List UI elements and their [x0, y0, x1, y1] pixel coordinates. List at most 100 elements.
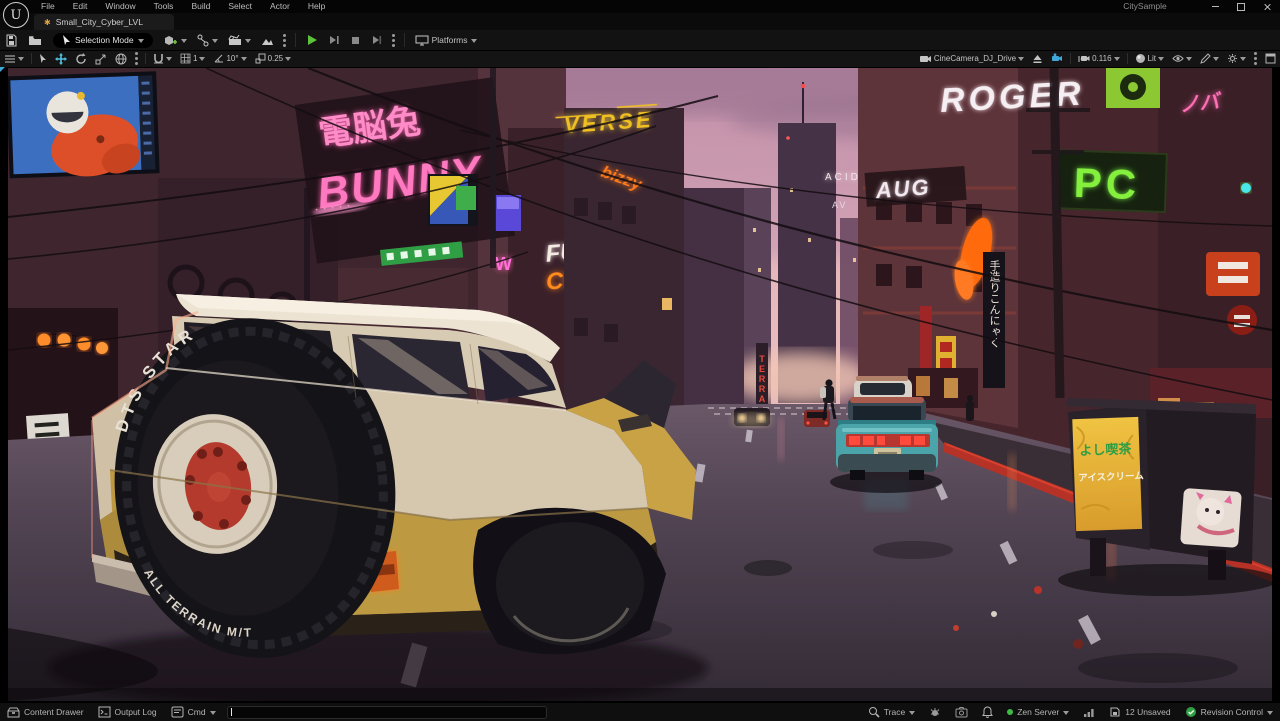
pilot-toggle[interactable]: [1047, 50, 1067, 67]
chevron-down-icon: [1063, 711, 1069, 718]
viewport-settings-dropdown[interactable]: [1223, 50, 1250, 67]
add-cube-icon: [164, 34, 178, 47]
scale-snap-icon: [255, 53, 266, 64]
chevron-down-icon: [212, 39, 218, 46]
world-space-toggle[interactable]: [111, 50, 131, 67]
rotation-snap-value: 10°: [226, 54, 238, 63]
eject-button[interactable]: [1028, 50, 1047, 67]
show-flags-dropdown[interactable]: [1168, 50, 1196, 67]
revision-control-dropdown[interactable]: Revision Control: [1178, 703, 1280, 721]
chevron-down-icon: [181, 39, 187, 46]
signal-bars-icon: [1083, 707, 1095, 718]
insights-button[interactable]: [922, 703, 948, 721]
drawer-icon: [7, 706, 20, 718]
minimize-button[interactable]: [1204, 0, 1226, 13]
play-options-icon[interactable]: [392, 39, 395, 42]
snapshot-button[interactable]: [948, 703, 975, 721]
camera-speed-icon: [1078, 54, 1090, 64]
active-viewport-marker: [0, 67, 5, 72]
quick-add-dropdown[interactable]: [159, 30, 192, 50]
content-drawer-label: Content Drawer: [24, 707, 84, 717]
chevron-down-icon: [471, 39, 477, 46]
grid-icon: [180, 53, 191, 64]
stop-button[interactable]: [345, 30, 366, 50]
frame-skip-button[interactable]: [323, 30, 345, 50]
camera-icon: [919, 54, 932, 64]
menu-tools[interactable]: Tools: [145, 0, 183, 13]
eject-icon: [1032, 54, 1043, 64]
zen-server-dropdown[interactable]: Zen Server: [1000, 703, 1076, 721]
title-bar: File Edit Window Tools Build Select Acto…: [0, 0, 1280, 13]
transform-overflow-icon[interactable]: [135, 57, 138, 60]
maximize-viewport-button[interactable]: [1261, 50, 1280, 67]
chevron-down-icon: [1186, 57, 1192, 64]
chevron-down-icon: [241, 57, 247, 64]
cinematics-dropdown[interactable]: [223, 30, 256, 50]
rotate-tool[interactable]: [71, 50, 91, 67]
chevron-down-icon: [1114, 57, 1120, 64]
camera-speed-dropdown[interactable]: 0.116: [1074, 50, 1123, 67]
blueprints-dropdown[interactable]: [192, 30, 223, 50]
close-icon: [1263, 3, 1271, 11]
content-drawer-button[interactable]: Content Drawer: [0, 703, 91, 721]
menu-build[interactable]: Build: [182, 0, 219, 13]
select-tool[interactable]: [35, 50, 51, 67]
chevron-down-icon: [285, 57, 291, 64]
menu-edit[interactable]: Edit: [64, 0, 97, 13]
console-input[interactable]: [227, 706, 547, 719]
unsaved-changes-button[interactable]: 12 Unsaved: [1102, 703, 1177, 721]
maximize-icon: [1237, 3, 1245, 11]
level-tab[interactable]: ✱ Small_City_Cyber_LVL: [34, 14, 174, 30]
camera-dropdown[interactable]: CineCamera_DJ_Drive: [915, 50, 1028, 67]
close-button[interactable]: [1256, 0, 1278, 13]
scale-icon: [95, 53, 107, 65]
level-tab-label: Small_City_Cyber_LVL: [56, 17, 143, 27]
grid-snap-dropdown[interactable]: 1: [176, 50, 209, 67]
notifications-button[interactable]: [975, 703, 1000, 721]
cursor-icon: [62, 35, 71, 46]
camera-name: CineCamera_DJ_Drive: [934, 54, 1016, 63]
content-browser-button[interactable]: [23, 30, 47, 50]
debug-draw-dropdown[interactable]: [1196, 50, 1223, 67]
chevron-down-icon: [909, 711, 915, 718]
menu-select[interactable]: Select: [219, 0, 261, 13]
trace-dropdown[interactable]: Trace: [861, 703, 922, 721]
cmd-dropdown[interactable]: Cmd: [164, 703, 223, 721]
output-log-icon: [98, 706, 111, 718]
menu-help[interactable]: Help: [299, 0, 334, 13]
maximize-button[interactable]: [1230, 0, 1252, 13]
selection-mode-dropdown[interactable]: Selection Mode: [53, 33, 153, 48]
scale-tool[interactable]: [91, 50, 111, 67]
menu-actor[interactable]: Actor: [261, 0, 299, 13]
main-toolbar: Selection Mode Platforms: [0, 30, 1280, 51]
chevron-down-icon: [1267, 711, 1273, 718]
frame-skip-icon: [328, 34, 340, 46]
menu-file[interactable]: File: [32, 0, 64, 13]
view-mode-dropdown[interactable]: Lit: [1131, 50, 1168, 67]
surface-snap-dropdown[interactable]: [149, 50, 176, 67]
derived-data-button[interactable]: [1076, 703, 1102, 721]
play-button[interactable]: [301, 30, 323, 50]
scale-snap-dropdown[interactable]: 0.25: [251, 50, 296, 67]
move-tool[interactable]: [51, 50, 71, 67]
menu-window[interactable]: Window: [96, 0, 144, 13]
viewport-overflow-icon[interactable]: [1254, 57, 1257, 60]
output-log-button[interactable]: Output Log: [91, 703, 164, 721]
maximize-viewport-icon: [1265, 53, 1276, 64]
cmd-label: Cmd: [188, 707, 206, 717]
level-viewport[interactable]: 1 10° 0.25 CineCamera_DJ_Drive: [0, 50, 1280, 702]
viewport-scene[interactable]: TERRA LUMA: [8, 68, 1272, 701]
chevron-down-icon: [199, 57, 205, 64]
move-icon: [55, 53, 67, 65]
divider: [31, 53, 32, 64]
divider: [1127, 53, 1128, 64]
blueprint-icon: [197, 34, 209, 47]
toolbar-overflow-icon[interactable]: [283, 39, 286, 42]
unsaved-asterisk-icon: ✱: [44, 18, 51, 27]
editor-modes-button[interactable]: [256, 30, 279, 50]
viewport-options-menu[interactable]: [0, 50, 28, 67]
rotation-snap-dropdown[interactable]: 10°: [209, 50, 250, 67]
platforms-dropdown[interactable]: Platforms: [410, 30, 482, 50]
save-button[interactable]: [0, 30, 23, 50]
eject-possess-button[interactable]: [366, 30, 388, 50]
